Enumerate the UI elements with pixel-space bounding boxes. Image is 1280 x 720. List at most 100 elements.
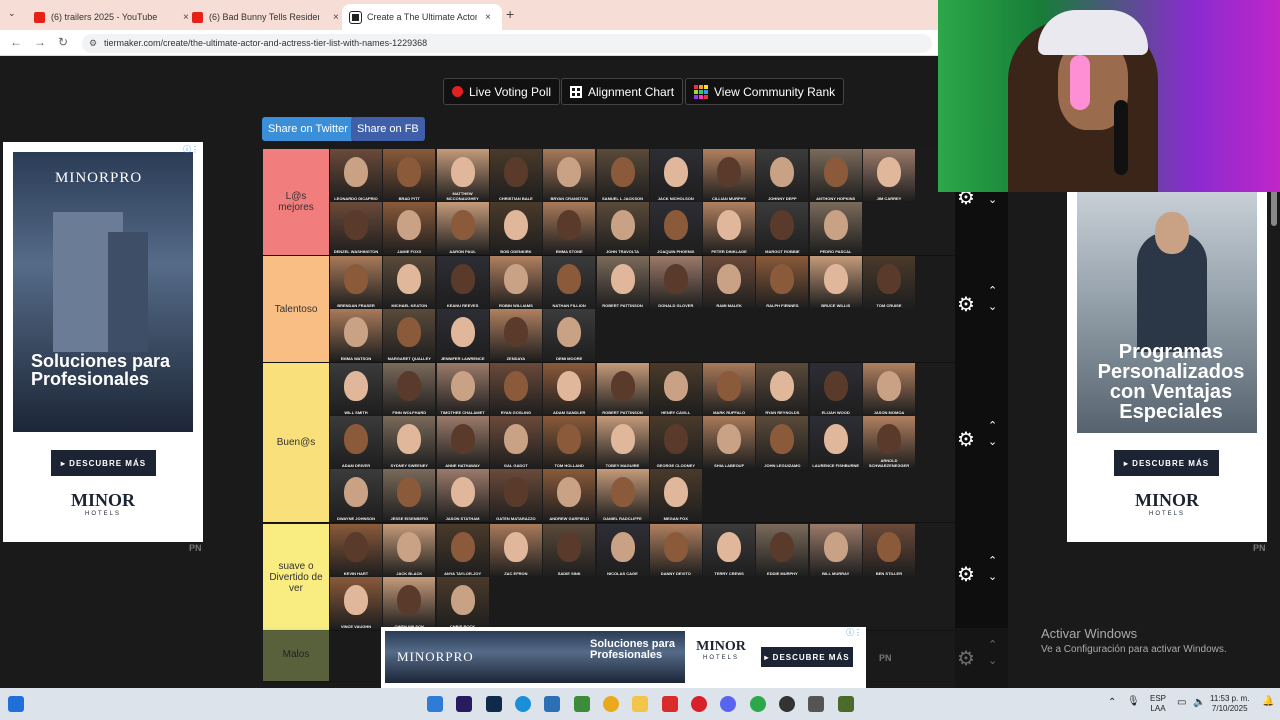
actor-card[interactable]: WILL SMITH: [330, 363, 382, 415]
actor-card[interactable]: BRAD PITT: [383, 149, 436, 201]
actor-card[interactable]: SHIA LABEOUF: [703, 416, 756, 468]
actor-card[interactable]: ADAM DRIVER: [330, 416, 382, 468]
actor-card[interactable]: ROBERT PATTINSON: [596, 256, 649, 308]
browser-tab-1[interactable]: (6) trailers 2025 - YouTube ×: [26, 4, 197, 30]
show-desktop-icon[interactable]: [8, 696, 24, 712]
move-down-icon[interactable]: ⌄: [988, 435, 997, 448]
gear-icon[interactable]: ⚙: [957, 562, 975, 587]
obs-icon[interactable]: [779, 696, 795, 712]
url-field[interactable]: ⚙ tiermaker.com/create/the-ultimate-acto…: [82, 34, 932, 53]
back-arrow-icon[interactable]: ←: [10, 35, 22, 49]
right-ad[interactable]: Programas Personalizados con Ventajas Es…: [1067, 192, 1267, 542]
view-community-rank-button[interactable]: View Community Rank: [685, 78, 845, 105]
actor-card[interactable]: GATEN MATARAZZO: [489, 469, 542, 521]
actor-card[interactable]: MARGOT ROBBIE: [756, 202, 809, 254]
actor-card[interactable]: RALPH FIENNES: [756, 256, 809, 308]
actor-card[interactable]: VINCE VAUGHN: [330, 577, 382, 629]
actor-card[interactable]: ANNE HATHAWAY: [436, 416, 489, 468]
browser-tab-2[interactable]: (6) Bad Bunny Tells Residente W ×: [184, 4, 347, 30]
move-up-icon[interactable]: ⌃: [988, 638, 997, 651]
actor-card[interactable]: RAMI MALEK: [703, 256, 756, 308]
network-icon[interactable]: ▭: [1177, 698, 1186, 708]
actor-card[interactable]: ADAM SANDLER: [543, 363, 596, 415]
move-down-icon[interactable]: ⌄: [988, 300, 997, 313]
move-down-icon[interactable]: ⌄: [988, 193, 997, 206]
actor-card[interactable]: DANNY DEVITO: [649, 524, 702, 576]
tier-label[interactable]: Buen@s: [263, 363, 329, 522]
actor-card[interactable]: CHRIS ROCK: [436, 577, 489, 629]
move-up-icon[interactable]: ⌃: [988, 554, 997, 567]
photoshop-icon[interactable]: [486, 696, 502, 712]
actor-card[interactable]: RYAN GOSLING: [489, 363, 542, 415]
start-icon[interactable]: [427, 696, 443, 712]
live-voting-poll-button[interactable]: Live Voting Poll: [443, 78, 561, 105]
actor-card[interactable]: ANYA TAYLOR-JOY: [436, 524, 489, 576]
actor-card[interactable]: JOHN LEGUIZAMO: [756, 416, 809, 468]
actor-card[interactable]: DWAYNE JOHNSON: [330, 469, 382, 521]
new-tab-button[interactable]: +: [506, 6, 514, 22]
actor-card[interactable]: TIMOTHEE CHALAMET: [436, 363, 489, 415]
alignment-chart-button[interactable]: Alignment Chart: [561, 78, 684, 105]
actor-card[interactable]: TOM HOLLAND: [543, 416, 596, 468]
actor-card[interactable]: JACK NICHOLSON: [649, 149, 702, 201]
actor-card[interactable]: JOHN TRAVOLTA: [596, 202, 649, 254]
left-ad[interactable]: MINORPRO Soluciones para Profesionales ▸…: [3, 142, 203, 542]
chrome-icon[interactable]: [603, 696, 619, 712]
share-twitter-button[interactable]: Share on Twitter: [262, 117, 354, 141]
move-down-icon[interactable]: ⌄: [988, 570, 997, 583]
tier-label[interactable]: L@s mejores: [263, 149, 329, 255]
actor-card[interactable]: ARNOLD SCHWARZENEGGER: [863, 416, 915, 468]
store-icon[interactable]: [544, 696, 560, 712]
actor-card[interactable]: BRUCE WILLIS: [809, 256, 862, 308]
actor-card[interactable]: LEONARDO DICAPRIO: [330, 149, 382, 201]
actor-card[interactable]: BRENDAN FRASER: [330, 256, 382, 308]
folder-icon[interactable]: [632, 696, 648, 712]
actor-card[interactable]: TOM CRUISE: [863, 256, 915, 308]
tier-label[interactable]: suave o Divertido de ver: [263, 524, 329, 630]
reload-icon[interactable]: ↻: [58, 35, 68, 49]
actor-card[interactable]: EMMA STONE: [543, 202, 596, 254]
actor-card[interactable]: EMMA WATSON: [330, 309, 382, 361]
actor-card[interactable]: OWEN WILSON: [383, 577, 436, 629]
actor-card[interactable]: DANIEL RADCLIFFE: [596, 469, 649, 521]
minecraft-icon[interactable]: [838, 696, 854, 712]
actor-card[interactable]: JAMIE FOXX: [383, 202, 436, 254]
ad-descubre-button[interactable]: ▸ DESCUBRE MÁS: [51, 450, 156, 476]
actor-card[interactable]: SAMUEL L JACKSON: [596, 149, 649, 201]
ad-descubre-button[interactable]: ▸ DESCUBRE MÁS: [761, 647, 853, 667]
actor-card[interactable]: JESSE EISENBERG: [383, 469, 436, 521]
edge-icon[interactable]: [515, 696, 531, 712]
actor-card[interactable]: FINN WOLFHARD: [383, 363, 436, 415]
actor-card[interactable]: BILL MURRAY: [809, 524, 862, 576]
browser-tab-3[interactable]: Create a The Ultimate Actor and ×: [342, 4, 502, 30]
share-fb-button[interactable]: Share on FB: [351, 117, 425, 141]
actor-card[interactable]: GEORGE CLOONEY: [649, 416, 702, 468]
actor-card[interactable]: JACK BLACK: [383, 524, 436, 576]
actor-card[interactable]: JOHNNY DEPP: [756, 149, 809, 201]
discord-icon[interactable]: [720, 696, 736, 712]
opera-icon[interactable]: [691, 696, 707, 712]
actor-card[interactable]: SYDNEY SWEENEY: [383, 416, 436, 468]
tab-search-chevron-icon[interactable]: ⌄: [8, 8, 16, 19]
move-up-icon[interactable]: ⌃: [988, 284, 997, 297]
close-tab-icon[interactable]: ×: [333, 12, 339, 23]
actor-card[interactable]: LAURENCE FISHBURNE: [809, 416, 862, 468]
forward-arrow-icon[interactable]: →: [34, 35, 46, 49]
actor-card[interactable]: MATTHEW MCCONAUGHEY: [436, 149, 489, 201]
actor-card[interactable]: BOB ODENKIRK: [489, 202, 542, 254]
actor-card[interactable]: EDDIE MURPHY: [756, 524, 809, 576]
actor-card[interactable]: AARON PAUL: [436, 202, 489, 254]
app-icon[interactable]: [662, 696, 678, 712]
site-info-icon[interactable]: ⚙: [89, 34, 97, 53]
actor-card[interactable]: MARGARET QUALLEY: [383, 309, 436, 361]
actor-card[interactable]: PETER DINKLAGE: [703, 202, 756, 254]
gear-icon[interactable]: ⚙: [957, 646, 975, 671]
actor-card[interactable]: JIM CARREY: [863, 149, 915, 201]
actor-card[interactable]: TOBEY MAGUIRE: [596, 416, 649, 468]
actor-card[interactable]: NATHAN FILLION: [543, 256, 596, 308]
actor-card[interactable]: TERRY CREWS: [703, 524, 756, 576]
ad-choices-icon[interactable]: ⓘ⋮: [183, 144, 199, 155]
tier-label[interactable]: Malos: [263, 628, 329, 681]
move-down-icon[interactable]: ⌄: [988, 654, 997, 667]
actor-card[interactable]: BEN STILLER: [863, 524, 915, 576]
